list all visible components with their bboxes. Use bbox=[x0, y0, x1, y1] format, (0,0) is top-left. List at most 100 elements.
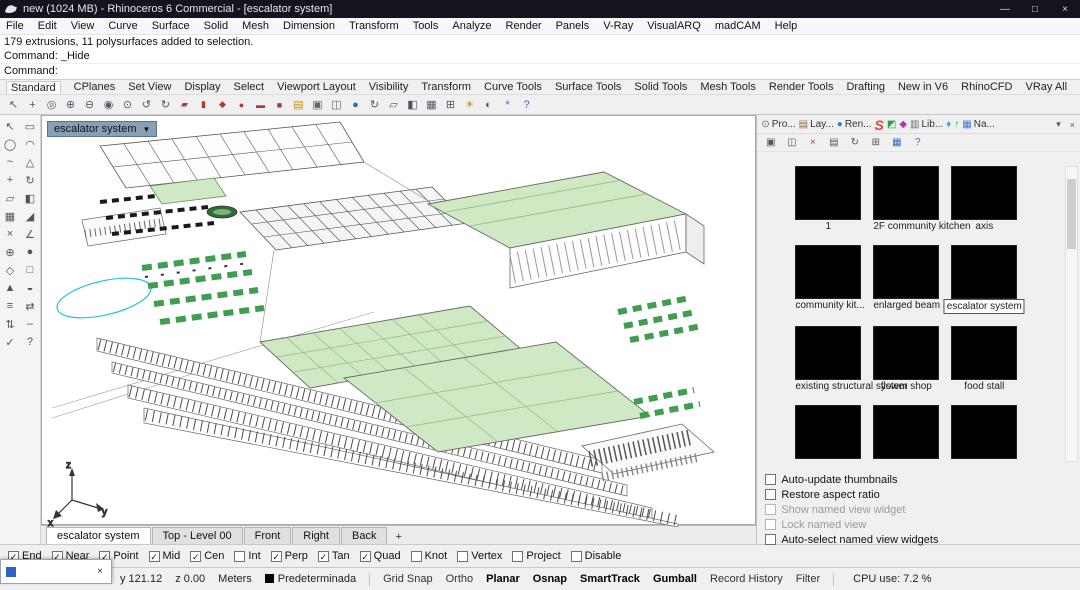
view-thumbnail[interactable] bbox=[873, 166, 939, 220]
menu-view[interactable]: View bbox=[71, 20, 95, 32]
panel-close-icon[interactable]: × bbox=[1067, 120, 1078, 130]
filter-curves-icon[interactable]: ▮ bbox=[194, 96, 213, 113]
osnap-tan[interactable]: ✓Tan bbox=[318, 550, 350, 562]
options-icon[interactable]: * bbox=[498, 96, 517, 113]
pan-icon[interactable]: + bbox=[23, 96, 42, 113]
copy-view-icon[interactable]: ⊞ bbox=[868, 136, 883, 150]
surface-tool-icon[interactable]: ◇ bbox=[0, 261, 20, 279]
toolbar-tab-cplanes[interactable]: CPlanes bbox=[74, 81, 116, 93]
thumbnail-view-icon[interactable]: ▦ bbox=[889, 136, 904, 150]
render-sphere-icon[interactable]: ● bbox=[346, 96, 365, 113]
checkbox[interactable]: ✓ bbox=[360, 551, 371, 562]
toolbar-tab-render-tools[interactable]: Render Tools bbox=[769, 81, 834, 93]
zoom-in-icon[interactable]: ⊕ bbox=[61, 96, 80, 113]
menu-surface[interactable]: Surface bbox=[152, 20, 190, 32]
menu-vray[interactable]: V-Ray bbox=[603, 20, 633, 32]
tab-named-views[interactable]: ▦Na... bbox=[962, 119, 995, 130]
shaded-view-icon[interactable]: ◐ bbox=[479, 96, 498, 113]
osnap-vertex[interactable]: Vertex bbox=[457, 550, 502, 562]
ortho-toggle[interactable]: Ortho bbox=[446, 573, 474, 585]
option-auto-update-thumbnails[interactable]: Auto-update thumbnails bbox=[765, 472, 1080, 487]
osnap-project[interactable]: Project bbox=[512, 550, 560, 562]
option-restore-aspect-ratio[interactable]: Restore aspect ratio bbox=[765, 487, 1080, 502]
extrude-tool-icon[interactable]: ▲ bbox=[0, 279, 20, 297]
active-layer[interactable]: Predeterminada bbox=[265, 573, 356, 585]
toolbar-tab-viewport-layout[interactable]: Viewport Layout bbox=[277, 81, 356, 93]
close-button[interactable]: × bbox=[1050, 0, 1080, 18]
zoom-window-icon[interactable]: ◉ bbox=[99, 96, 118, 113]
panel-scrollbar[interactable] bbox=[1065, 166, 1078, 462]
view-thumbnail[interactable] bbox=[795, 405, 861, 459]
grid-icon[interactable]: ▦ bbox=[422, 96, 441, 113]
split-tool-icon[interactable]: × bbox=[0, 225, 20, 243]
planar-toggle[interactable]: Planar bbox=[486, 573, 520, 585]
print-icon[interactable]: ◫ bbox=[327, 96, 346, 113]
redo-view-icon[interactable]: ↻ bbox=[156, 96, 175, 113]
named-view-item[interactable]: community kit... bbox=[795, 245, 861, 314]
snapshots-logo[interactable]: S bbox=[875, 117, 884, 133]
checkbox[interactable] bbox=[411, 551, 422, 562]
select-tool-icon[interactable]: ↖ bbox=[0, 117, 20, 135]
menu-transform[interactable]: Transform bbox=[349, 20, 399, 32]
checkbox[interactable] bbox=[234, 551, 245, 562]
floating-mini-window[interactable]: × bbox=[0, 559, 112, 584]
checkbox[interactable]: ✓ bbox=[271, 551, 282, 562]
checkbox[interactable]: ✓ bbox=[190, 551, 201, 562]
add-viewport-tab-button[interactable]: + bbox=[388, 530, 408, 544]
scrollbar-thumb[interactable] bbox=[1067, 179, 1076, 249]
view-thumbnail[interactable] bbox=[951, 245, 1017, 299]
menu-help[interactable]: Help bbox=[775, 20, 798, 32]
named-view-item[interactable]: 1 bbox=[795, 166, 861, 233]
option-auto-select-named-view-widgets[interactable]: Auto-select named view widgets bbox=[765, 532, 1080, 547]
menu-mesh[interactable]: Mesh bbox=[242, 20, 269, 32]
toolbar-tab-drafting[interactable]: Drafting bbox=[846, 81, 885, 93]
named-view-item[interactable]: food stall bbox=[951, 326, 1017, 393]
viewport-tab-escalator-system[interactable]: escalator system bbox=[46, 527, 151, 544]
help-tool-icon[interactable]: ? bbox=[20, 333, 40, 351]
toolbar-tab-curve-tools[interactable]: Curve Tools bbox=[484, 81, 542, 93]
named-view-item[interactable]: existing structural system bbox=[795, 326, 861, 393]
curve-tool-icon[interactable]: ~ bbox=[0, 153, 20, 171]
zoom-out-icon[interactable]: ⊖ bbox=[80, 96, 99, 113]
osnap-int[interactable]: Int bbox=[234, 550, 260, 562]
named-view-item[interactable]: enlarged beam and colu... bbox=[873, 245, 939, 314]
view-thumbnail[interactable] bbox=[873, 405, 939, 459]
checkbox[interactable] bbox=[512, 551, 523, 562]
polygon-tool-icon[interactable]: △ bbox=[20, 153, 40, 171]
osnap-cen[interactable]: ✓Cen bbox=[190, 550, 224, 562]
named-view-item[interactable]: flower shop bbox=[873, 326, 939, 393]
viewport-tab-right[interactable]: Right bbox=[292, 527, 340, 544]
viewport-tab-back[interactable]: Back bbox=[341, 527, 387, 544]
move-tool-icon[interactable]: + bbox=[0, 171, 20, 189]
array-tool-icon[interactable]: ▦ bbox=[0, 207, 20, 225]
toolbar-tab-visibility[interactable]: Visibility bbox=[369, 81, 409, 93]
filter-meshes-icon[interactable]: ▬ bbox=[251, 96, 270, 113]
osnap-knot[interactable]: Knot bbox=[411, 550, 448, 562]
mirror-icon[interactable]: ◧ bbox=[403, 96, 422, 113]
maximize-button[interactable]: □ bbox=[1020, 0, 1050, 18]
osnap-tool-icon[interactable]: ⊕ bbox=[0, 243, 20, 261]
circle-tool-icon[interactable]: ◯ bbox=[0, 135, 20, 153]
arc-tool-icon[interactable]: ◠ bbox=[20, 135, 40, 153]
trim-tool-icon[interactable]: ◢ bbox=[20, 207, 40, 225]
view-thumbnail[interactable] bbox=[873, 326, 939, 380]
menu-analyze[interactable]: Analyze bbox=[452, 20, 491, 32]
checkbox[interactable] bbox=[457, 551, 468, 562]
hide-tool-icon[interactable]: – bbox=[20, 315, 40, 333]
help-icon[interactable]: ? bbox=[517, 96, 536, 113]
named-view-item[interactable] bbox=[951, 405, 1017, 466]
menu-panels[interactable]: Panels bbox=[556, 20, 590, 32]
record-history-toggle[interactable]: Record History bbox=[710, 573, 783, 585]
tab-sun[interactable]: ↑ bbox=[954, 119, 959, 130]
named-view-item[interactable]: axis bbox=[951, 166, 1017, 233]
zoom-dynamic-icon[interactable]: ◎ bbox=[42, 96, 61, 113]
checkbox[interactable] bbox=[765, 534, 776, 545]
tab-textures[interactable]: ◆ bbox=[899, 119, 907, 130]
toolbar-tab-surface-tools[interactable]: Surface Tools bbox=[555, 81, 621, 93]
rotate-tool-icon[interactable]: ↻ bbox=[20, 171, 40, 189]
rotate-view-icon[interactable]: ↻ bbox=[365, 96, 384, 113]
box-tool-icon[interactable]: □ bbox=[20, 261, 40, 279]
tab-rendering[interactable]: ●Ren... bbox=[837, 119, 872, 130]
gumball-toggle[interactable]: Gumball bbox=[653, 573, 697, 585]
light-icon[interactable]: ☀ bbox=[460, 96, 479, 113]
